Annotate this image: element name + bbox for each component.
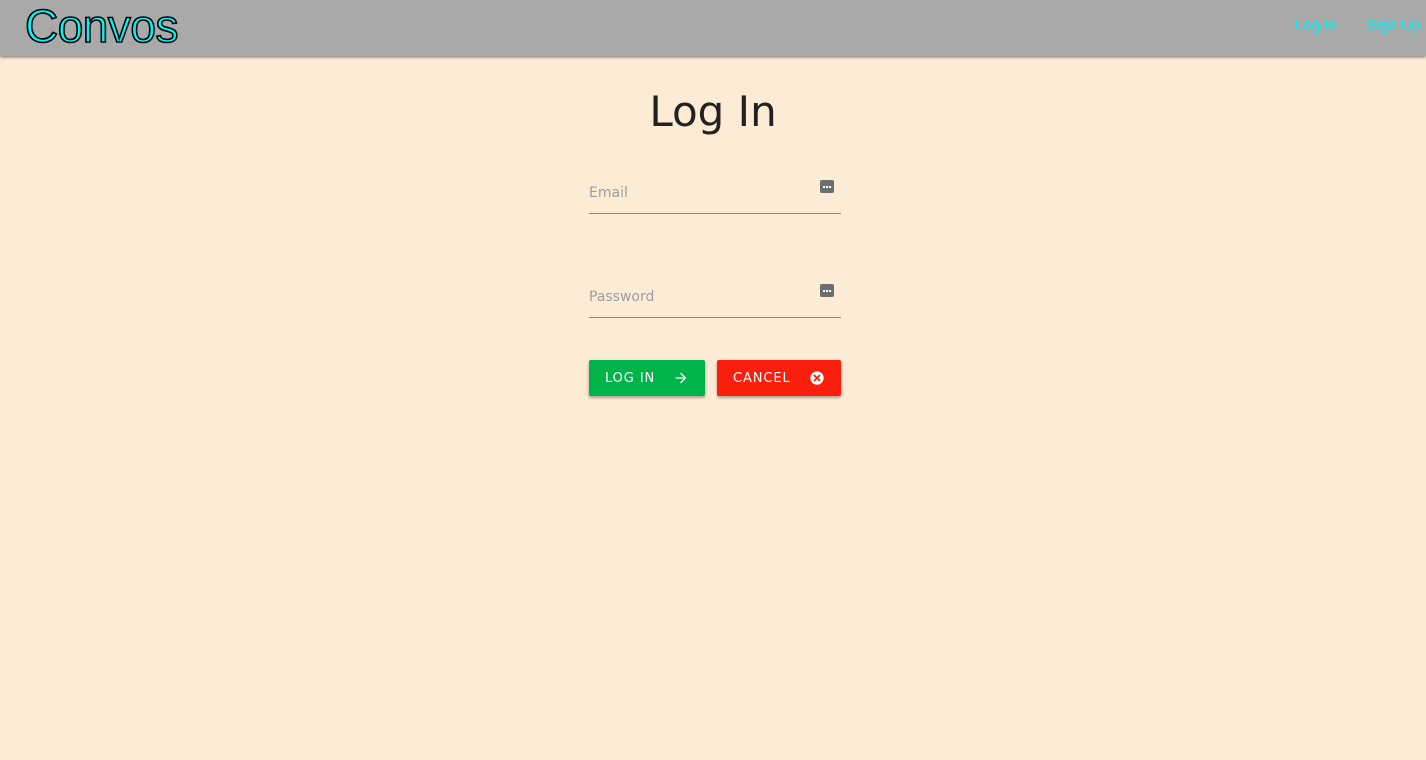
login-button-label: LOG IN <box>605 370 656 386</box>
password-manager-icon[interactable] <box>820 180 834 193</box>
brand-logo[interactable]: Convos <box>24 0 179 53</box>
password-input[interactable] <box>589 285 809 309</box>
arrow-right-icon <box>675 372 687 384</box>
email-input[interactable] <box>589 181 809 205</box>
nav-link-sign-up[interactable]: Sign Up <box>1367 17 1420 34</box>
password-manager-icon[interactable] <box>820 284 834 297</box>
close-circle-icon <box>810 371 824 385</box>
password-field <box>589 277 841 318</box>
login-button[interactable]: LOG IN <box>589 360 705 396</box>
top-navbar: Convos Log In Sign Up <box>0 0 1426 56</box>
email-field <box>589 173 841 214</box>
cancel-button[interactable]: CANCEL <box>717 360 841 396</box>
page-title: Log In <box>649 87 777 136</box>
nav-links: Log In Sign Up <box>1295 17 1420 34</box>
nav-link-log-in[interactable]: Log In <box>1295 17 1337 34</box>
cancel-button-label: CANCEL <box>733 370 791 386</box>
